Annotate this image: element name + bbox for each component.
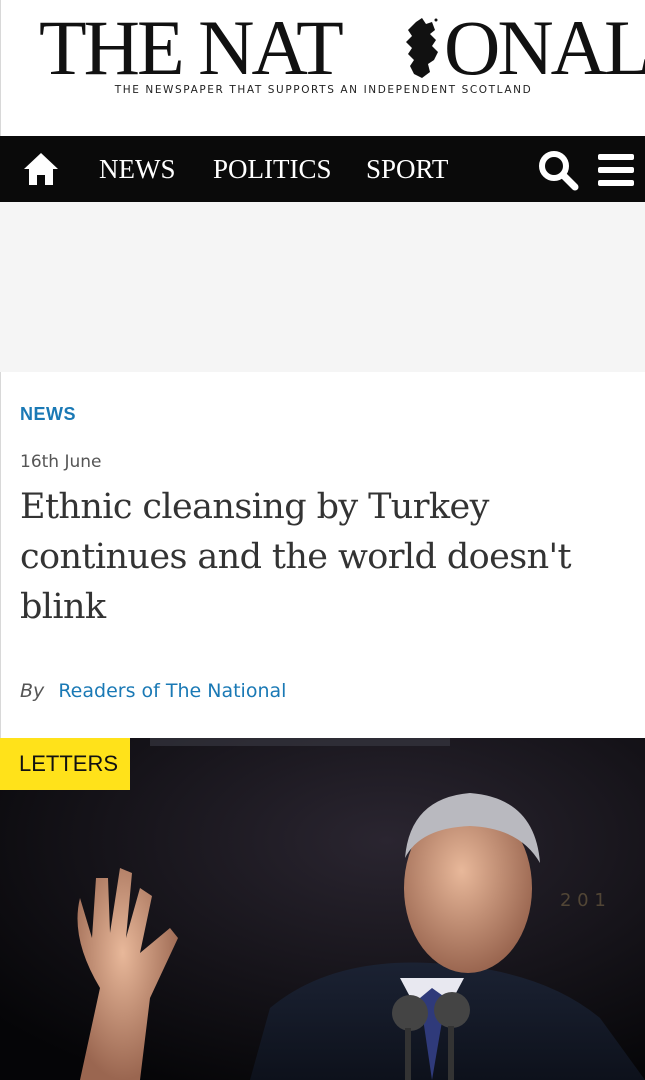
article-date: 16th June bbox=[20, 452, 102, 472]
svg-text:2 0 1: 2 0 1 bbox=[560, 890, 606, 911]
byline: By Readers of The National bbox=[20, 680, 286, 702]
author-link[interactable]: Readers of The National bbox=[58, 680, 286, 702]
scotland-map-icon bbox=[406, 18, 438, 78]
section-label[interactable]: NEWS bbox=[20, 404, 76, 425]
home-icon[interactable] bbox=[20, 149, 62, 189]
search-icon[interactable] bbox=[536, 148, 580, 192]
site-logo[interactable]: THE NAT ONAL bbox=[39, 9, 645, 87]
site-tagline: THE NEWSPAPER THAT SUPPORTS AN INDEPENDE… bbox=[114, 84, 533, 96]
main-navigation: NEWS POLITICS SPORT bbox=[0, 136, 645, 202]
nav-item-sport[interactable]: SPORT bbox=[366, 152, 448, 186]
advertisement-slot bbox=[0, 202, 645, 372]
article-headline[interactable]: Ethnic cleansing by Turkey continues and… bbox=[20, 482, 630, 632]
menu-icon[interactable] bbox=[596, 150, 636, 190]
nav-item-politics[interactable]: POLITICS bbox=[213, 152, 332, 186]
masthead: THE NAT ONAL THE NEWSPAPER THAT SUPPORTS… bbox=[0, 0, 645, 136]
article-header: NEWS 16th June Ethnic cleansing by Turke… bbox=[0, 372, 645, 738]
nav-item-news[interactable]: NEWS bbox=[99, 152, 176, 186]
byline-prefix: By bbox=[20, 680, 45, 702]
category-badge[interactable]: LETTERS bbox=[0, 738, 130, 790]
